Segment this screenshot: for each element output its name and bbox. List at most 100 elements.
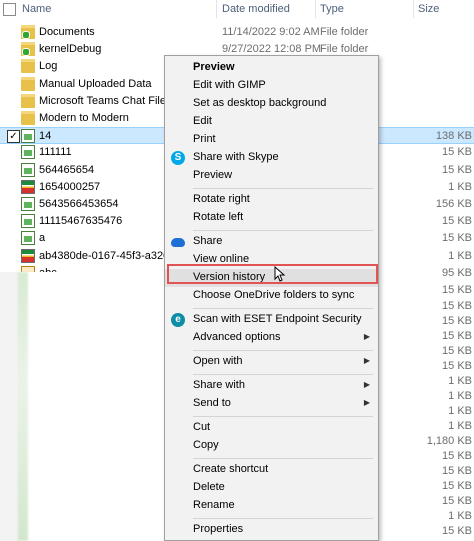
menu-item-choose-onedrive-folders-to-sync[interactable]: Choose OneDrive folders to sync [165, 287, 378, 305]
file-size: 15 KB [442, 300, 472, 312]
file-size: 15 KB [442, 465, 472, 477]
menu-item-label: Share with [193, 379, 245, 391]
file-size: 138 KB [435, 130, 472, 143]
menu-item-print[interactable]: Print [165, 131, 378, 149]
menu-item-share-with-skype[interactable]: S Share with Skype [165, 149, 378, 167]
column-divider[interactable] [413, 0, 414, 18]
file-size: 1 KB [448, 510, 472, 522]
menu-item-label: Share with Skype [193, 151, 279, 163]
column-header-bar: Name Date modified Type Size [0, 0, 474, 20]
menu-item-set-as-desktop-background[interactable]: Set as desktop background [165, 95, 378, 113]
file-name: a [39, 232, 46, 245]
file-size: 1 KB [448, 405, 472, 417]
file-size: 15 KB [442, 146, 472, 159]
column-header-name[interactable]: Name [22, 3, 51, 15]
folder-icon [21, 111, 35, 125]
file-size: 1 KB [448, 390, 472, 402]
menu-item-open-with[interactable]: Open with ▶ [165, 353, 378, 371]
column-header-size[interactable]: Size [418, 3, 439, 15]
file-size: 15 KB [442, 284, 472, 296]
image-file-icon [21, 129, 35, 144]
menu-item-send-to[interactable]: Send to ▶ [165, 395, 378, 413]
menu-item-rename[interactable]: Rename [165, 497, 378, 515]
menu-item-rotate-left[interactable]: Rotate left [165, 209, 378, 227]
file-name: Microsoft Teams Chat Files [39, 94, 164, 107]
menu-item-label: Edit [193, 115, 212, 127]
mouse-cursor-icon [274, 266, 286, 282]
menu-item-share[interactable]: Share [165, 233, 378, 251]
column-divider[interactable] [216, 0, 217, 18]
menu-item-scan-with-eset-endpoint-security[interactable]: e Scan with ESET Endpoint Security [165, 311, 378, 329]
context-menu: Preview Edit with GIMP Set as desktop back… [164, 55, 379, 541]
submenu-arrow-icon: ▶ [363, 356, 370, 365]
menu-item-label: Rename [193, 499, 235, 511]
image-file-icon [21, 231, 35, 246]
folder-icon [21, 76, 35, 91]
file-size: 15 KB [442, 495, 472, 507]
folder-icon [21, 59, 35, 74]
menu-separator [193, 350, 373, 351]
menu-item-label: Send to [193, 397, 231, 409]
menu-item-label: Advanced options [193, 331, 281, 343]
file-size: 15 KB [442, 525, 472, 537]
menu-item-label: Share [193, 235, 223, 247]
menu-item-label: Copy [193, 439, 219, 451]
column-header-type[interactable]: Type [320, 3, 344, 15]
file-name: 5643566453654 [39, 198, 119, 210]
menu-item-create-shortcut[interactable]: Create shortcut [165, 461, 378, 479]
menu-item-share-with[interactable]: Share with ▶ [165, 377, 378, 395]
menu-item-cut[interactable]: Cut [165, 419, 378, 437]
file-size: 15 KB [442, 215, 472, 228]
file-size: 95 KB [442, 266, 472, 279]
menu-item-advanced-options[interactable]: Advanced options ▶ [165, 329, 378, 347]
file-name: Documents [39, 26, 95, 38]
file-date-modified: 11/14/2022 9:02 AM [222, 26, 320, 38]
menu-item-edit[interactable]: Edit [165, 113, 378, 131]
file-name: 564465654 [39, 163, 95, 176]
file-type: File folder [320, 43, 369, 56]
file-size: 15 KB [442, 315, 472, 327]
menu-separator [193, 374, 373, 375]
submenu-arrow-icon: ▶ [363, 380, 370, 389]
file-size: 156 KB [435, 198, 472, 210]
file-type: File folder [320, 26, 369, 38]
file-row[interactable]: Documents 11/14/2022 9:02 AM File folder [0, 24, 474, 41]
menu-item-preview[interactable]: Preview [165, 167, 378, 185]
gear-file-icon [21, 197, 35, 211]
menu-item-label: Preview [193, 169, 233, 181]
menu-item-label: Cut [193, 421, 211, 433]
onedrive-icon [171, 238, 185, 247]
select-all-checkbox[interactable] [3, 3, 16, 16]
menu-item-properties[interactable]: Properties [165, 521, 378, 539]
file-name: kernelDebug [39, 43, 102, 56]
menu-item-preview[interactable]: Preview [165, 59, 378, 77]
menu-item-label: Choose OneDrive folders to sync [193, 289, 355, 301]
image-file-icon [21, 214, 35, 229]
column-divider[interactable] [315, 0, 316, 18]
file-size: 15 KB [442, 360, 472, 372]
row-checkbox[interactable]: ✓ [7, 130, 20, 144]
file-size: 1,180 KB [426, 435, 472, 447]
menu-item-label: Scan with ESET Endpoint Security [193, 313, 362, 325]
file-name: Modern to Modern [39, 112, 129, 124]
file-size: 15 KB [442, 330, 472, 342]
file-size: 1 KB [448, 375, 472, 387]
column-header-date-modified[interactable]: Date modified [222, 3, 290, 15]
file-name: Manual Uploaded Data [39, 77, 152, 90]
menu-item-label: Delete [193, 481, 225, 493]
menu-separator [193, 416, 373, 417]
menu-separator [193, 230, 373, 231]
menu-item-rotate-right[interactable]: Rotate right [165, 191, 378, 209]
menu-item-label: Create shortcut [193, 463, 269, 475]
menu-item-label: Print [193, 133, 216, 145]
submenu-arrow-icon: ▶ [363, 332, 370, 341]
menu-item-delete[interactable]: Delete [165, 479, 378, 497]
file-name: ab4380de-0167-45f3-a320-07 [39, 249, 164, 262]
file-name: 14 [39, 130, 52, 143]
skype-icon: S [171, 151, 185, 165]
menu-separator [193, 458, 373, 459]
menu-item-copy[interactable]: Copy [165, 437, 378, 455]
menu-item-edit-with-gimp[interactable]: Edit with GIMP [165, 77, 378, 95]
image-file-icon [21, 162, 35, 177]
folder-icon [21, 93, 35, 108]
